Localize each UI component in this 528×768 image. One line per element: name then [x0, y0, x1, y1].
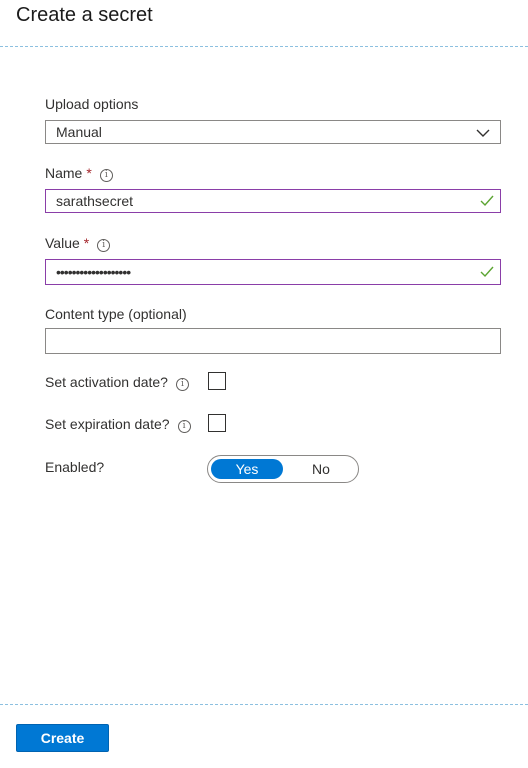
info-icon[interactable]: i: [175, 378, 189, 391]
activation-label-row: Set activation date? i: [45, 374, 189, 391]
info-icon[interactable]: i: [97, 239, 111, 252]
create-button[interactable]: Create: [16, 724, 109, 752]
activation-checkbox[interactable]: [208, 372, 226, 390]
chevron-down-icon: [476, 129, 490, 137]
upload-options-label: Upload options: [45, 96, 139, 112]
required-mark: *: [83, 235, 90, 251]
info-icon[interactable]: i: [99, 169, 113, 182]
expiration-checkbox[interactable]: [208, 414, 226, 432]
upload-options-select[interactable]: Manual: [45, 120, 501, 144]
required-mark: *: [86, 165, 92, 181]
footer-divider: [0, 704, 528, 705]
checkmark-icon: [480, 266, 494, 278]
content-type-field[interactable]: [45, 328, 501, 354]
name-field[interactable]: sarathsecret: [45, 189, 501, 213]
content-type-label: Content type (optional): [45, 306, 187, 322]
value-label-row: Value * i: [45, 235, 111, 252]
enabled-label: Enabled?: [45, 459, 105, 475]
header-divider: [0, 46, 528, 47]
enabled-yes-option[interactable]: Yes: [211, 459, 283, 479]
upload-options-value: Manual: [56, 124, 102, 140]
value-label: Value: [45, 235, 80, 251]
name-label: Name: [45, 165, 83, 181]
enabled-no-option[interactable]: No: [286, 459, 356, 479]
value-masked: •••••••••••••••••••: [56, 264, 131, 280]
name-label-row: Name * i: [45, 165, 113, 182]
checkmark-icon: [480, 195, 494, 207]
page-title: Create a secret: [16, 4, 153, 26]
activation-label: Set activation date?: [45, 374, 168, 390]
info-icon[interactable]: i: [177, 420, 191, 433]
value-field[interactable]: •••••••••••••••••••: [45, 259, 501, 285]
expiration-label: Set expiration date?: [45, 416, 170, 432]
enabled-toggle[interactable]: Yes No: [207, 455, 359, 483]
name-value: sarathsecret: [56, 193, 134, 209]
expiration-label-row: Set expiration date? i: [45, 416, 191, 433]
